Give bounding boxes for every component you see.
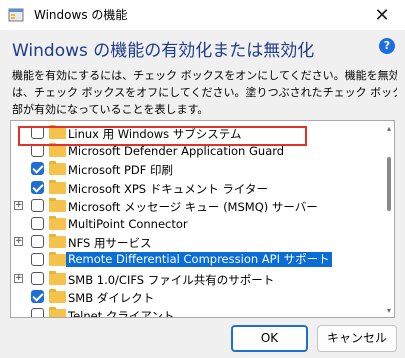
plus-expander-icon[interactable]: + bbox=[14, 273, 23, 283]
feature-checkbox[interactable] bbox=[31, 253, 44, 267]
page-heading: Windows の機能の有効化または無効化 bbox=[12, 41, 315, 61]
feature-checkbox[interactable] bbox=[31, 235, 44, 249]
feature-row[interactable]: Microsoft PDF 印刷 bbox=[11, 160, 381, 178]
scroll-up-arrow-icon[interactable]: ▴ bbox=[385, 125, 393, 133]
feature-row[interactable]: MultiPoint Connector bbox=[11, 215, 381, 233]
window-title: Windows の機能 bbox=[34, 8, 128, 22]
feature-checkbox[interactable] bbox=[31, 180, 44, 194]
folder-icon bbox=[49, 252, 66, 267]
feature-row[interactable]: + NFS 用サービス bbox=[11, 233, 381, 251]
folder-icon bbox=[49, 288, 66, 303]
help-icon[interactable]: ? bbox=[379, 38, 395, 54]
feature-label: Microsoft Defender Application Guard bbox=[68, 144, 285, 159]
feature-row[interactable]: + SMB 1.0/CIFS ファイル共有のサポート bbox=[11, 270, 381, 288]
scroll-thumb[interactable] bbox=[387, 157, 391, 211]
feature-row[interactable]: + Microsoft メッセージ キュー (MSMQ) サーバー bbox=[11, 197, 381, 215]
feature-label: SMB 1.0/CIFS ファイル共有のサポート bbox=[68, 272, 275, 287]
description-line: は、チェック ボックスをオフにしてください。塗りつぶされたチェック ボックスは、… bbox=[12, 86, 397, 99]
description-text: 機能を有効にするには、チェック ボックスをオンにしてください。機能を無効にするに… bbox=[12, 67, 397, 118]
close-button[interactable]: ✕ bbox=[359, 0, 405, 30]
feature-checkbox[interactable] bbox=[31, 289, 44, 303]
description-line: 部が有効になっていることを表します。 bbox=[12, 103, 209, 116]
folder-icon bbox=[49, 270, 66, 285]
feature-checkbox[interactable] bbox=[31, 271, 44, 285]
feature-label: Remote Differential Compression API サポート bbox=[66, 252, 332, 268]
vertical-scrollbar[interactable]: ▴ ▾ bbox=[386, 125, 392, 315]
windows-features-icon bbox=[8, 8, 24, 22]
feature-label: NFS 用サービス bbox=[68, 236, 152, 251]
ok-button[interactable]: OK bbox=[231, 325, 308, 352]
feature-checkbox[interactable] bbox=[31, 198, 44, 212]
folder-icon bbox=[49, 179, 66, 194]
highlight-annotation-box bbox=[18, 126, 307, 146]
close-icon: ✕ bbox=[374, 4, 390, 26]
description-line: 機能を有効にするには、チェック ボックスをオンにしてください。機能を無効にするに bbox=[12, 69, 397, 82]
feature-row[interactable]: Microsoft XPS ドキュメント ライター bbox=[11, 179, 381, 197]
feature-row[interactable]: Telnet クライアント bbox=[11, 306, 381, 318]
feature-checkbox[interactable] bbox=[31, 308, 44, 317]
features-tree[interactable]: Linux 用 Windows サブシステム Microsoft Defender… bbox=[10, 120, 395, 318]
feature-label: MultiPoint Connector bbox=[68, 217, 188, 231]
folder-icon bbox=[49, 216, 66, 230]
feature-label: Microsoft XPS ドキュメント ライター bbox=[68, 181, 268, 196]
feature-label: SMB ダイレクト bbox=[68, 290, 155, 305]
plus-expander-icon[interactable]: + bbox=[14, 237, 23, 247]
feature-row[interactable]: SMB ダイレクト bbox=[11, 288, 381, 306]
feature-checkbox[interactable] bbox=[31, 217, 44, 230]
title-bar: Windows の機能 ✕ bbox=[0, 0, 405, 30]
feature-label: Microsoft メッセージ キュー (MSMQ) サーバー bbox=[68, 199, 318, 214]
feature-label: Telnet クライアント bbox=[68, 309, 175, 318]
folder-icon bbox=[49, 143, 66, 158]
cancel-button[interactable]: キャンセル bbox=[317, 325, 397, 352]
feature-row[interactable]: Remote Differential Compression API サポート bbox=[11, 251, 381, 269]
folder-icon bbox=[49, 161, 66, 176]
folder-icon bbox=[49, 197, 66, 212]
feature-label: Microsoft PDF 印刷 bbox=[68, 163, 174, 178]
scroll-down-arrow-icon[interactable]: ▾ bbox=[385, 307, 393, 315]
feature-checkbox[interactable] bbox=[31, 162, 44, 176]
plus-expander-icon[interactable]: + bbox=[14, 200, 23, 210]
feature-checkbox[interactable] bbox=[31, 144, 44, 158]
folder-icon bbox=[49, 234, 66, 249]
folder-icon bbox=[49, 307, 66, 317]
